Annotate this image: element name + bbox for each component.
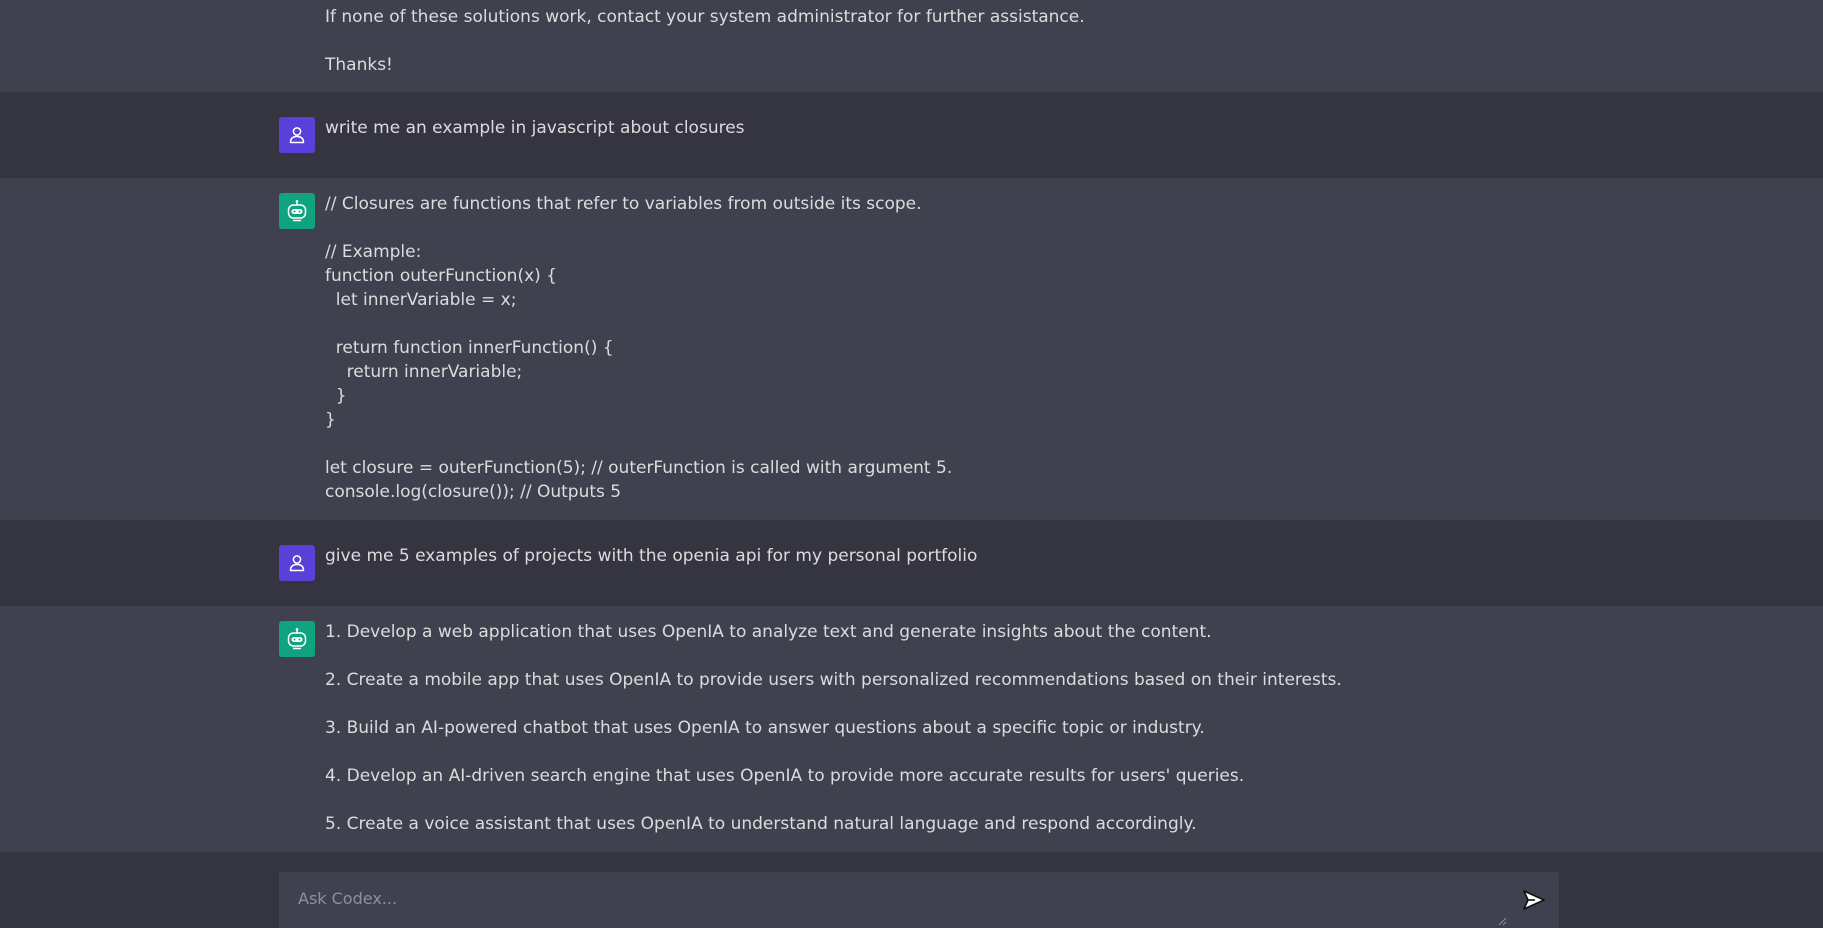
- message-text: 1. Develop a web application that uses O…: [325, 620, 1535, 836]
- send-button[interactable]: [1520, 888, 1548, 912]
- code-line: // Closures are functions that refer to …: [325, 194, 922, 214]
- message-text: write me an example in javascript about …: [325, 116, 1535, 140]
- message-line: Thanks!: [325, 55, 393, 75]
- assistant-message: // Closures are functions that refer to …: [0, 178, 1823, 520]
- list-item: 2. Create a mobile app that uses OpenIA …: [325, 670, 1342, 690]
- message-text: If none of these solutions work, contact…: [325, 5, 1535, 77]
- chat-thread: If none of these solutions work, contact…: [0, 0, 1823, 852]
- code-line: let closure = outerFunction(5); // outer…: [325, 458, 953, 478]
- bot-icon: [287, 200, 307, 222]
- code-line: return innerVariable;: [325, 362, 523, 382]
- code-line: }: [325, 386, 347, 406]
- message-line: [325, 29, 1535, 53]
- user-icon: [289, 555, 305, 572]
- user-message: write me an example in javascript about …: [0, 92, 1823, 178]
- resize-handle-icon[interactable]: [1497, 916, 1507, 926]
- message-text: // Closures are functions that refer to …: [325, 192, 1535, 504]
- send-icon: [1523, 890, 1545, 910]
- prompt-input[interactable]: [279, 872, 1509, 928]
- list-item: 1. Develop a web application that uses O…: [325, 622, 1212, 642]
- user-icon: [289, 127, 305, 144]
- message-text: give me 5 examples of projects with the …: [325, 544, 1535, 568]
- bot-icon: [287, 628, 307, 650]
- composer: [279, 872, 1559, 928]
- message-line: If none of these solutions work, contact…: [325, 7, 1085, 27]
- assistant-message: 1. Develop a web application that uses O…: [0, 606, 1823, 852]
- list-item: 3. Build an AI-powered chatbot that uses…: [325, 718, 1205, 738]
- user-message: give me 5 examples of projects with the …: [0, 520, 1823, 606]
- bot-avatar: [279, 193, 315, 229]
- assistant-message: If none of these solutions work, contact…: [0, 0, 1823, 92]
- list-item: 5. Create a voice assistant that uses Op…: [325, 814, 1197, 834]
- user-avatar: [279, 117, 315, 153]
- code-line: }: [325, 410, 336, 430]
- message-line: [325, 692, 1535, 716]
- user-avatar: [279, 545, 315, 581]
- composer-area: [0, 852, 1823, 928]
- code-line: console.log(closure()); // Outputs 5: [325, 482, 622, 502]
- bot-avatar: [279, 621, 315, 657]
- message-line: [325, 740, 1535, 764]
- list-item: 4. Develop an AI-driven search engine th…: [325, 766, 1245, 786]
- message-line: [325, 644, 1535, 668]
- message-line: [325, 788, 1535, 812]
- code-line: return function innerFunction() {: [325, 338, 614, 358]
- message-line: write me an example in javascript about …: [325, 118, 745, 138]
- message-line: give me 5 examples of projects with the …: [325, 546, 978, 566]
- code-line: function outerFunction(x) {: [325, 266, 557, 286]
- code-line: let innerVariable = x;: [325, 290, 517, 310]
- code-line: // Example:: [325, 242, 422, 262]
